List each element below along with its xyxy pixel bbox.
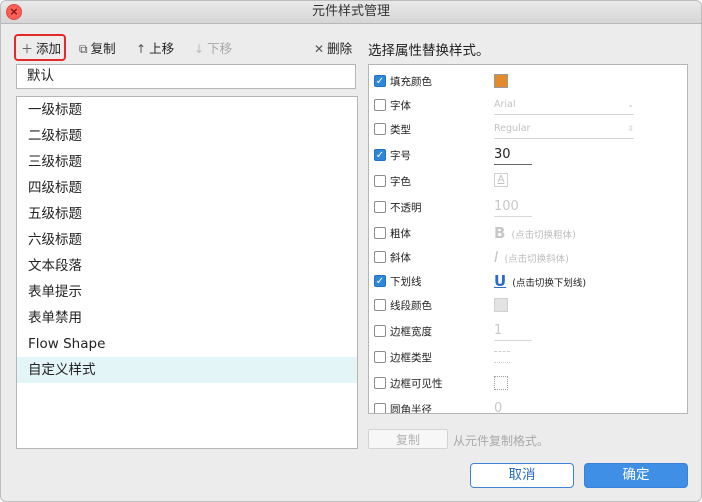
font-select[interactable]: Arial ⌄ (494, 96, 634, 115)
prop-border-width: 边框宽度 1 (369, 322, 687, 342)
bold-checkbox[interactable] (374, 227, 386, 239)
underline-icon[interactable]: U (494, 272, 506, 290)
type-select[interactable]: Regular ⇳ (494, 120, 634, 139)
fill-color-swatch[interactable] (494, 74, 508, 88)
opacity-input[interactable]: 100 (494, 198, 532, 217)
prop-font: 字体 Arial ⌄ (369, 96, 687, 116)
style-list-item[interactable]: 四级标题 (17, 175, 357, 201)
prop-corner-radius: 圆角半径 0 (369, 400, 687, 413)
font-checkbox[interactable] (374, 99, 386, 111)
ok-button[interactable]: 确定 (584, 463, 688, 488)
prop-font-color: 字色 A (369, 172, 687, 192)
copy-format-button[interactable]: 复制 (368, 429, 448, 449)
cancel-button[interactable]: 取消 (470, 463, 574, 488)
size-checkbox[interactable]: ✓ (374, 149, 386, 161)
style-list: 一级标题 二级标题 三级标题 四级标题 五级标题 六级标题 文本段落 表单提示 … (16, 96, 358, 449)
copy-style-button[interactable]: ⧉ 复制 (79, 37, 116, 61)
border-width-input[interactable]: 1 (494, 322, 532, 341)
property-list: ✓ 填充颜色 字体 Arial ⌄ 类型 Regular ⇳ ✓ 字号 30 字色 … (368, 64, 688, 414)
style-list-item-selected[interactable]: 自定义样式 (17, 357, 357, 383)
prop-underline: ✓ 下划线 U (点击切换下划线) (374, 272, 587, 290)
delete-style-button[interactable]: ✕ 删除 (314, 37, 352, 61)
font-color-checkbox[interactable] (374, 175, 386, 187)
style-list-item[interactable]: 文本段落 (17, 253, 357, 279)
style-list-item[interactable]: 三级标题 (17, 149, 357, 175)
style-list-item[interactable]: 表单禁用 (17, 305, 357, 331)
border-width-checkbox[interactable] (374, 325, 386, 337)
corner-radius-checkbox[interactable] (374, 403, 386, 413)
prop-border-visible: 边框可见性 (369, 374, 687, 394)
border-type-icon[interactable] (494, 351, 510, 363)
prop-bold: 粗体 B (点击切换粗体) (369, 224, 687, 244)
underline-checkbox[interactable]: ✓ (374, 275, 386, 287)
corner-radius-input[interactable]: 0 (494, 400, 532, 413)
style-list-item[interactable]: 表单提示 (17, 279, 357, 305)
chevron-down-icon: ⌄ (627, 100, 634, 109)
style-list-item[interactable]: 二级标题 (17, 123, 357, 149)
prop-line-color: 线段颜色 (369, 296, 687, 316)
style-list-item[interactable]: 五级标题 (17, 201, 357, 227)
style-name-input[interactable]: 默认 (16, 64, 356, 89)
bold-icon[interactable]: B (494, 224, 505, 242)
prop-italic: 斜体 I (点击切换斜体) (369, 248, 687, 268)
font-color-icon[interactable]: A (494, 173, 508, 187)
style-list-item[interactable]: Flow Shape (17, 331, 357, 357)
copy-icon: ⧉ (79, 42, 88, 56)
add-style-button[interactable]: ＋添加 (21, 37, 61, 61)
plus-icon: ＋ (21, 42, 34, 56)
prop-type: 类型 Regular ⇳ (369, 120, 687, 140)
type-checkbox[interactable] (374, 123, 386, 135)
style-list-item[interactable]: 六级标题 (17, 227, 357, 253)
window-title: 元件样式管理 (311, 4, 390, 19)
close-icon: ✕ (314, 42, 325, 56)
panel-title: 选择属性替换样式。 (368, 43, 490, 59)
prop-size: ✓ 字号 30 (369, 146, 687, 166)
border-type-checkbox[interactable] (374, 351, 386, 363)
close-window-button[interactable]: × (6, 4, 22, 20)
italic-checkbox[interactable] (374, 251, 386, 263)
font-size-input[interactable]: 30 (494, 146, 532, 165)
prop-border-type: 边框类型 (369, 348, 687, 368)
italic-icon[interactable]: I (494, 248, 498, 266)
title-bar: × 元件样式管理 (1, 1, 701, 24)
arrow-up-icon: ↑ (136, 42, 147, 56)
line-color-swatch[interactable] (494, 298, 508, 312)
arrow-down-icon: ↓ (194, 42, 205, 56)
border-visibility-icon[interactable] (494, 376, 508, 390)
style-manager-dialog: × 元件样式管理 ＋添加 ⧉ 复制 ↑ 上移 ↓ 下移 ✕ 删除 默认 一级标题 二级标… (0, 0, 702, 502)
prop-opacity: 不透明 100 (369, 198, 687, 218)
line-color-checkbox[interactable] (374, 299, 386, 311)
fill-color-checkbox[interactable]: ✓ (374, 75, 386, 87)
stepper-icon: ⇳ (627, 124, 634, 133)
move-down-button[interactable]: ↓ 下移 (194, 37, 232, 61)
style-list-item[interactable]: 一级标题 (17, 97, 357, 123)
copy-format-hint: 从元件复制格式。 (453, 434, 550, 448)
opacity-checkbox[interactable] (374, 201, 386, 213)
prop-fill-color: ✓ 填充颜色 (369, 72, 687, 92)
move-up-button[interactable]: ↑ 上移 (136, 37, 174, 61)
border-visible-checkbox[interactable] (374, 377, 386, 389)
